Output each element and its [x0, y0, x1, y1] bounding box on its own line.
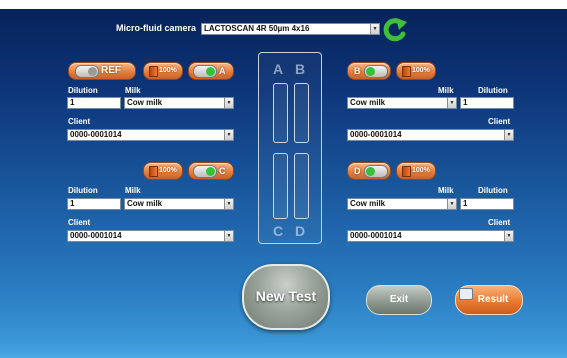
client-select-c[interactable]: 0000-0001014 ▼ — [67, 230, 234, 242]
milk-select-d-value: Cow milk — [350, 199, 386, 208]
battery-a: 100% — [143, 62, 183, 80]
milk-label-d: Milk — [438, 186, 454, 195]
chevron-down-icon[interactable]: ▼ — [224, 231, 233, 241]
chevron-down-icon[interactable]: ▼ — [224, 98, 233, 108]
channel-b-toggle[interactable]: B — [347, 62, 391, 80]
chip-channel-a — [273, 83, 288, 143]
battery-a-value: 100% — [159, 67, 177, 74]
milk-select-c[interactable]: Cow milk ▼ — [124, 198, 234, 210]
client-select-c-value: 0000-0001014 — [70, 231, 122, 240]
client-label-c: Client — [68, 218, 91, 227]
battery-icon — [149, 66, 158, 77]
dilution-input-c[interactable]: 1 — [67, 198, 121, 210]
chip-channel-b — [294, 83, 309, 143]
client-label-a: Client — [68, 117, 91, 126]
battery-icon — [402, 66, 411, 77]
channel-d-toggle[interactable]: D — [347, 162, 391, 180]
channel-d-label: D — [354, 166, 361, 176]
result-button[interactable]: Result — [455, 285, 523, 315]
battery-d-value: 100% — [412, 167, 430, 174]
client-select-a-value: 0000-0001014 — [70, 130, 122, 139]
client-select-d[interactable]: 0000-0001014 ▼ — [347, 230, 514, 242]
battery-b: 100% — [396, 62, 436, 80]
channel-d-switch[interactable] — [364, 165, 388, 178]
milk-select-b-value: Cow milk — [350, 98, 386, 107]
toggle-knob-icon — [366, 167, 375, 176]
dilution-label-b: Dilution — [478, 86, 508, 95]
dilution-label-a: Dilution — [68, 86, 98, 95]
channel-c-label: C — [219, 166, 226, 176]
client-select-b[interactable]: 0000-0001014 ▼ — [347, 129, 514, 141]
battery-c: 100% — [143, 162, 183, 180]
battery-icon — [402, 166, 411, 177]
toggle-knob-icon — [206, 167, 215, 176]
chevron-down-icon[interactable]: ▼ — [504, 231, 513, 241]
toggle-knob-icon — [88, 67, 97, 76]
battery-b-value: 100% — [412, 67, 430, 74]
camera-label: Micro-fluid camera — [116, 23, 197, 33]
chevron-down-icon[interactable]: ▼ — [224, 199, 233, 209]
chevron-down-icon[interactable]: ▼ — [370, 24, 379, 34]
battery-icon — [149, 166, 158, 177]
milk-select-d[interactable]: Cow milk ▼ — [347, 198, 457, 210]
result-label: Result — [477, 294, 509, 305]
chip-letter-a: A — [273, 61, 284, 77]
battery-c-value: 100% — [159, 167, 177, 174]
ref-toggle-button[interactable]: REF — [68, 62, 136, 80]
milk-select-c-value: Cow milk — [127, 199, 163, 208]
new-test-label: New Test — [255, 288, 317, 304]
milk-select-b[interactable]: Cow milk ▼ — [347, 97, 457, 109]
client-label-d: Client — [488, 218, 511, 227]
client-select-d-value: 0000-0001014 — [350, 231, 402, 240]
dilution-input-a[interactable]: 1 — [67, 97, 121, 109]
channel-c-toggle[interactable]: C — [188, 162, 234, 180]
client-select-b-value: 0000-0001014 — [350, 130, 402, 139]
chevron-down-icon[interactable]: ▼ — [504, 130, 513, 140]
refresh-icon[interactable] — [382, 15, 408, 43]
ref-toggle-switch[interactable] — [75, 65, 99, 78]
channel-a-toggle[interactable]: A — [188, 62, 234, 80]
exit-button[interactable]: Exit — [366, 285, 432, 315]
camera-select[interactable]: LACTOSCAN 4R 50µm 4x16 ▼ — [201, 23, 380, 35]
toggle-knob-icon — [206, 67, 215, 76]
chip-letter-d: D — [295, 223, 306, 239]
channel-a-label: A — [219, 66, 226, 76]
chevron-down-icon[interactable]: ▼ — [224, 130, 233, 140]
dilution-label-c: Dilution — [68, 186, 98, 195]
chip-channel-c — [273, 153, 288, 219]
milk-label-b: Milk — [438, 86, 454, 95]
new-test-button[interactable]: New Test — [242, 264, 330, 330]
chevron-down-icon[interactable]: ▼ — [447, 98, 456, 108]
milk-label-c: Milk — [125, 186, 141, 195]
dilution-label-d: Dilution — [478, 186, 508, 195]
channel-b-label: B — [354, 66, 361, 76]
client-select-a[interactable]: 0000-0001014 ▼ — [67, 129, 234, 141]
chevron-down-icon[interactable]: ▼ — [447, 199, 456, 209]
milk-label-a: Milk — [125, 86, 141, 95]
chip-channel-d — [294, 153, 309, 219]
ref-label: REF — [101, 65, 121, 76]
client-label-b: Client — [488, 117, 511, 126]
micro-fluid-chip: A B C D — [258, 52, 322, 244]
camera-select-value: LACTOSCAN 4R 50µm 4x16 — [204, 24, 310, 33]
chip-letter-b: B — [295, 61, 306, 77]
milk-select-a[interactable]: Cow milk ▼ — [124, 97, 234, 109]
dilution-input-b[interactable]: 1 — [460, 97, 514, 109]
battery-d: 100% — [396, 162, 436, 180]
channel-a-switch[interactable] — [193, 65, 217, 78]
milk-select-a-value: Cow milk — [127, 98, 163, 107]
channel-c-switch[interactable] — [193, 165, 217, 178]
dilution-input-d[interactable]: 1 — [460, 198, 514, 210]
chip-letter-c: C — [273, 223, 284, 239]
exit-label: Exit — [389, 294, 409, 305]
channel-b-switch[interactable] — [364, 65, 388, 78]
toggle-knob-icon — [366, 67, 375, 76]
